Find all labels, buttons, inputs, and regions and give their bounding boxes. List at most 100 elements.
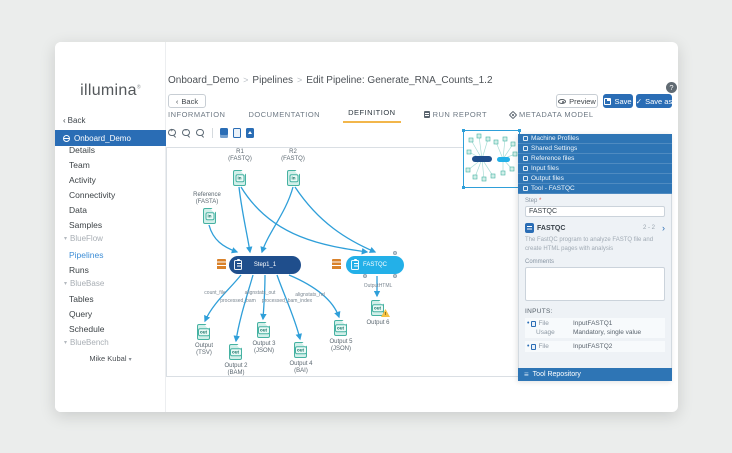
tool-description: The FastQC program to analyze FASTQ file… [525,236,665,253]
save-icon [604,98,611,105]
inputs-heading: INPUTS: [525,308,665,315]
accordion-input-files[interactable]: Input files [518,164,672,174]
sidebar-item-project[interactable]: Onboard_Demo [55,130,166,146]
output-file-node-4[interactable]: out [294,342,307,358]
machine-profile-icon[interactable] [332,259,341,270]
node-label: Output 6 [352,320,404,327]
save-button[interactable]: Save [603,94,633,108]
node-label: Output 4(BAI) [275,361,327,375]
edge-label: alignstats_out [245,290,276,296]
logo-mark: ® [137,85,141,91]
screen: illumina® ‹Back Onboard_Demo Details Tea… [0,0,732,453]
tab-run-report[interactable]: RUN REPORT [424,110,487,123]
logo-text: illumina [80,82,137,99]
input-file-node-r1[interactable]: in [233,170,246,186]
preview-button[interactable]: Preview [556,94,598,108]
breadcrumb-project[interactable]: Onboard_Demo [168,75,239,86]
clipboard-icon[interactable] [220,128,228,138]
accordion-shared-settings[interactable]: Shared Settings [518,144,672,154]
minimap[interactable] [463,130,520,188]
accordion-tool-fastqc[interactable]: Tool - FASTQC [518,184,672,194]
file-icon [531,344,536,350]
minimap-handle[interactable] [462,186,465,189]
sidebar-back-link[interactable]: ‹Back [63,116,85,125]
step-node-fastqc[interactable]: FASTQC [346,256,404,274]
zoom-in-icon[interactable]: + [168,129,177,138]
sidebar-item-schedule[interactable]: Schedule [69,324,104,334]
in-badge: in [205,212,214,220]
zoom-out-icon[interactable]: − [182,129,191,138]
comments-textarea[interactable] [525,267,665,301]
tab-documentation[interactable]: DOCUMENTATION [248,110,320,123]
accordion-reference-files[interactable]: Reference files [518,154,672,164]
back-chevron-icon: ‹ [63,116,66,125]
connection-port[interactable] [393,274,397,278]
output-file-node-6[interactable]: out [371,300,384,316]
sidebar-section-bluebase[interactable]: ▾BlueBase [64,279,104,288]
report-icon [424,111,430,118]
accordion-machine-profiles[interactable]: Machine Profiles [518,134,672,144]
sidebar-item-samples[interactable]: Samples [69,220,102,230]
tab-metadata-model[interactable]: METADATA MODEL [510,110,594,123]
connection-port[interactable] [393,251,397,255]
bullet-icon: • [527,344,529,349]
minimap-handle[interactable] [518,129,521,132]
sidebar-item-activity[interactable]: Activity [69,175,96,185]
comments-label: Comments [525,259,665,265]
tool-clipboard-icon [351,260,359,270]
hamburger-icon: ≡ [524,370,529,379]
breadcrumb-pipelines[interactable]: Pipelines [252,75,293,86]
minimap-handle[interactable] [462,129,465,132]
tag-icon [509,110,517,118]
chevron-right-icon[interactable]: › [662,223,665,233]
copy-icon[interactable] [233,128,241,138]
caret-down-icon: ▾ [64,280,67,287]
machine-profiles-icon [523,136,528,141]
input-file-node-r2[interactable]: in [287,170,300,186]
step-name-input[interactable]: FASTQC [525,206,665,217]
user-menu[interactable]: Mike Kubal ▾ [55,354,166,363]
output-file-node-5[interactable]: out [334,320,347,336]
help-icon[interactable]: ? [666,82,677,93]
back-chevron-icon: ‹ [176,97,179,106]
sidebar-item-tables[interactable]: Tables [69,294,94,304]
sidebar-item-query[interactable]: Query [69,309,92,319]
bullet-icon: • [527,321,529,326]
node-label: Output 3(JSON) [238,341,290,355]
required-asterisk: * [539,198,541,204]
tab-information[interactable]: INFORMATION [168,110,225,123]
tool-card[interactable]: FASTQC 2 - 2 › [525,223,665,233]
tool-repository-bar[interactable]: ≡Tool Repository [518,368,672,381]
sidebar-item-pipelines[interactable]: Pipelines [69,250,104,260]
project-icon [63,135,70,142]
sidebar-item-connectivity[interactable]: Connectivity [69,190,115,200]
out-badge: out [372,304,384,312]
sidebar-section-blueflow[interactable]: ▾BlueFlow [64,234,103,243]
machine-profile-icon[interactable] [217,259,226,270]
tab-definition[interactable]: DEFINITION [343,108,401,123]
save-as-button[interactable]: ✓Save as [636,94,672,108]
output-files-icon [523,176,528,181]
sidebar-item-data[interactable]: Data [69,205,87,215]
sidebar-item-team[interactable]: Team [69,160,90,170]
zoom-reset-icon[interactable] [196,129,205,138]
accordion-output-files[interactable]: Output files [518,174,672,184]
out-badge: out [198,328,210,336]
sidebar-item-details[interactable]: Details [69,145,95,155]
back-button[interactable]: ‹Back [168,94,206,108]
input-row[interactable]: •File InputFASTQ1 Usage Mandatory, singl… [525,318,665,338]
node-label: Reference(FASTA) [181,192,233,206]
connection-port[interactable] [363,274,367,278]
step-node-step1-1[interactable]: Step1_1 [229,256,301,274]
output-file-node-1[interactable]: out [197,324,210,340]
tool-icon [523,186,528,191]
input-row[interactable]: •File InputFASTQ2 [525,341,665,352]
caret-down-icon: ▾ [129,357,132,363]
breadcrumb-separator: > [243,75,248,85]
output-file-node-3[interactable]: out [257,322,270,338]
input-file-node-reference[interactable]: in [203,208,216,224]
check-icon: ✓ [636,97,642,106]
sidebar-section-bluebench[interactable]: ▾BlueBench [64,338,109,347]
import-icon[interactable] [246,128,254,138]
sidebar-item-runs[interactable]: Runs [69,265,89,275]
